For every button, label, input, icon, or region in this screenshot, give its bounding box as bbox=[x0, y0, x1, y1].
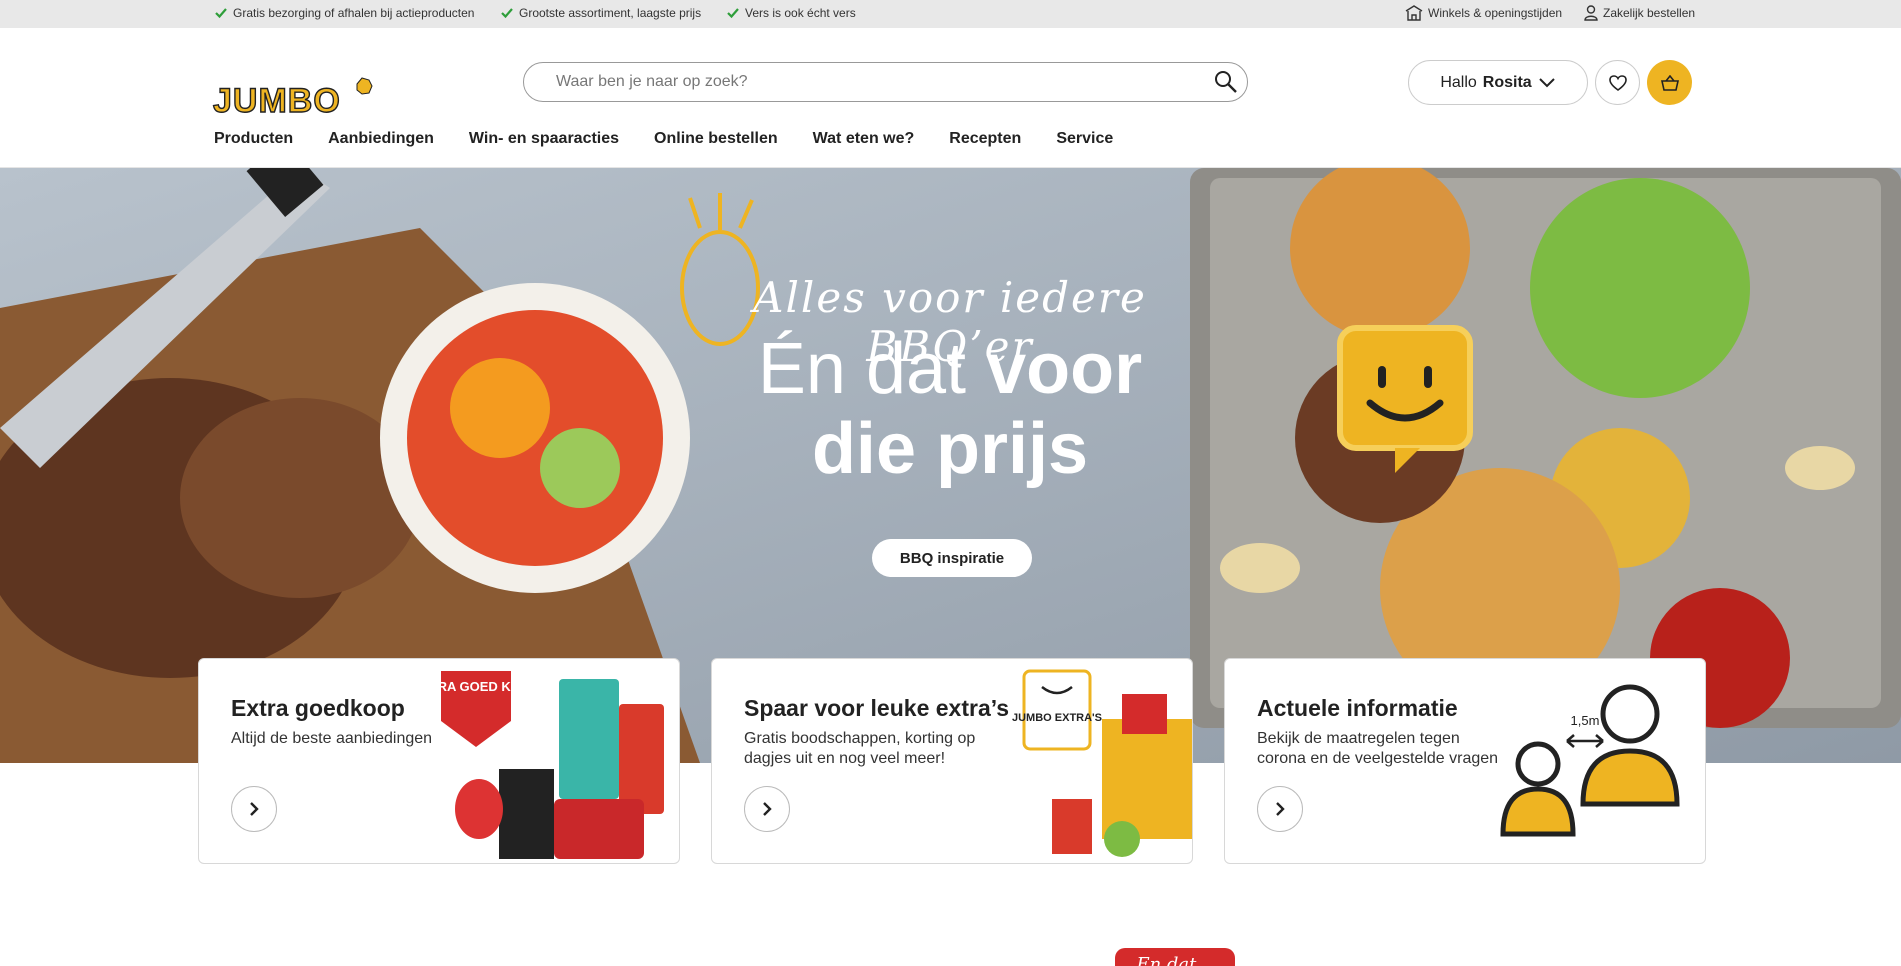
card-arrow-button[interactable] bbox=[744, 786, 790, 832]
stores-link[interactable]: Winkels & openingstijden bbox=[1405, 5, 1562, 21]
jumbo-logo[interactable]: JUMBO bbox=[211, 56, 377, 126]
user-name: Rosita bbox=[1482, 73, 1532, 91]
card-title: Extra goedkoop bbox=[231, 695, 405, 721]
search-icon[interactable] bbox=[1213, 69, 1239, 95]
card-arrow-button[interactable] bbox=[231, 786, 277, 832]
chevron-right-icon bbox=[250, 802, 259, 816]
bbq-inspiration-button[interactable]: BBQ inspiratie bbox=[872, 539, 1032, 577]
usp-label: Vers is ook écht vers bbox=[745, 6, 856, 20]
products-image: EXTRA GOED KOOP bbox=[439, 671, 664, 859]
hero-headline-bold: voor bbox=[986, 329, 1143, 409]
card-text: Gratis boodschappen, korting op dagjes u… bbox=[744, 730, 976, 767]
promo-card-extra-goedkoop[interactable]: Extra goedkoop Altijd de beste aanbiedin… bbox=[198, 658, 680, 864]
promo-card-actuele-informatie[interactable]: Actuele informatie Bekijk de maatregelen… bbox=[1224, 658, 1706, 864]
nav-item-recepten[interactable]: Recepten bbox=[949, 130, 1021, 148]
social-distance-image: 1,5m bbox=[1500, 684, 1680, 837]
chevron-right-icon bbox=[763, 802, 772, 816]
business-link-label: Zakelijk bestellen bbox=[1603, 6, 1696, 20]
checkmark-icon bbox=[501, 8, 513, 19]
usp-item: Gratis bezorging of afhalen bij actiepro… bbox=[214, 6, 474, 20]
search-input[interactable] bbox=[556, 63, 1176, 101]
distance-label: 1,5m bbox=[1571, 713, 1600, 728]
checkmark-icon bbox=[215, 8, 227, 19]
nav-item-win-en-spaaracties[interactable]: Win- en spaaracties bbox=[469, 130, 619, 148]
jumbo-extras-image: JUMBO EXTRA'S bbox=[1012, 669, 1192, 857]
svg-text:JUMBO: JUMBO bbox=[213, 82, 341, 120]
card-title: Spaar voor leuke extra’s bbox=[744, 695, 1010, 721]
card-text: Bekijk de maatregelen tegen corona en de… bbox=[1257, 730, 1499, 767]
en-dat-badge: En dat... bbox=[1115, 948, 1235, 966]
usp-label: Grootste assortiment, laagste prijs bbox=[519, 6, 702, 20]
search-bar bbox=[523, 62, 1248, 102]
nav-item-online-bestellen[interactable]: Online bestellen bbox=[654, 130, 778, 148]
greeting-label: Hallo bbox=[1440, 73, 1477, 91]
usp-label: Gratis bezorging of afhalen bij actiepro… bbox=[233, 6, 475, 20]
chevron-down-icon bbox=[1538, 77, 1555, 87]
card-title: Actuele informatie bbox=[1257, 695, 1458, 721]
stores-link-label: Winkels & openingstijden bbox=[1428, 6, 1563, 20]
person-icon bbox=[1584, 5, 1598, 21]
top-usp-bar: Gratis bezorging of afhalen bij actiepro… bbox=[0, 0, 1901, 28]
heart-icon bbox=[1608, 74, 1627, 91]
card-text: Altijd de beste aanbiedingen bbox=[231, 730, 433, 747]
account-button[interactable]: Hallo Rosita bbox=[1408, 60, 1588, 105]
chevron-right-icon bbox=[1276, 802, 1285, 816]
nav-item-producten[interactable]: Producten bbox=[214, 130, 293, 148]
usp-item: Vers is ook écht vers bbox=[726, 6, 856, 20]
hero-headline-line2: die prijs bbox=[811, 409, 1089, 489]
main-navigation: Producten Aanbiedingen Win- en spaaracti… bbox=[214, 130, 1113, 148]
store-icon bbox=[1405, 5, 1423, 21]
nav-item-aanbiedingen[interactable]: Aanbiedingen bbox=[328, 130, 434, 148]
checkmark-icon bbox=[727, 8, 739, 19]
basket-icon bbox=[1660, 74, 1679, 91]
basket-button[interactable] bbox=[1647, 60, 1692, 105]
card-arrow-button[interactable] bbox=[1257, 786, 1303, 832]
hero-headline-light: Én dat bbox=[757, 329, 967, 409]
nav-item-wat-eten-we[interactable]: Wat eten we? bbox=[813, 130, 915, 148]
hero-headline-line1: Én dat voor bbox=[700, 328, 1200, 410]
business-link[interactable]: Zakelijk bestellen bbox=[1584, 5, 1695, 21]
site-header: JUMBO Hallo Rosita Producten Aanbiedinge… bbox=[0, 28, 1901, 168]
extra-goedkoop-badge: EXTRA GOED KOOP bbox=[439, 679, 540, 694]
promo-card-spaar-extras[interactable]: Spaar voor leuke extra’s Gratis boodscha… bbox=[711, 658, 1193, 864]
usp-item: Grootste assortiment, laagste prijs bbox=[500, 6, 701, 20]
jumbo-extras-badge: JUMBO EXTRA'S bbox=[1012, 712, 1102, 724]
en-dat-text: En dat... bbox=[1135, 954, 1213, 966]
favorites-button[interactable] bbox=[1595, 60, 1640, 105]
nav-item-service[interactable]: Service bbox=[1056, 130, 1113, 148]
